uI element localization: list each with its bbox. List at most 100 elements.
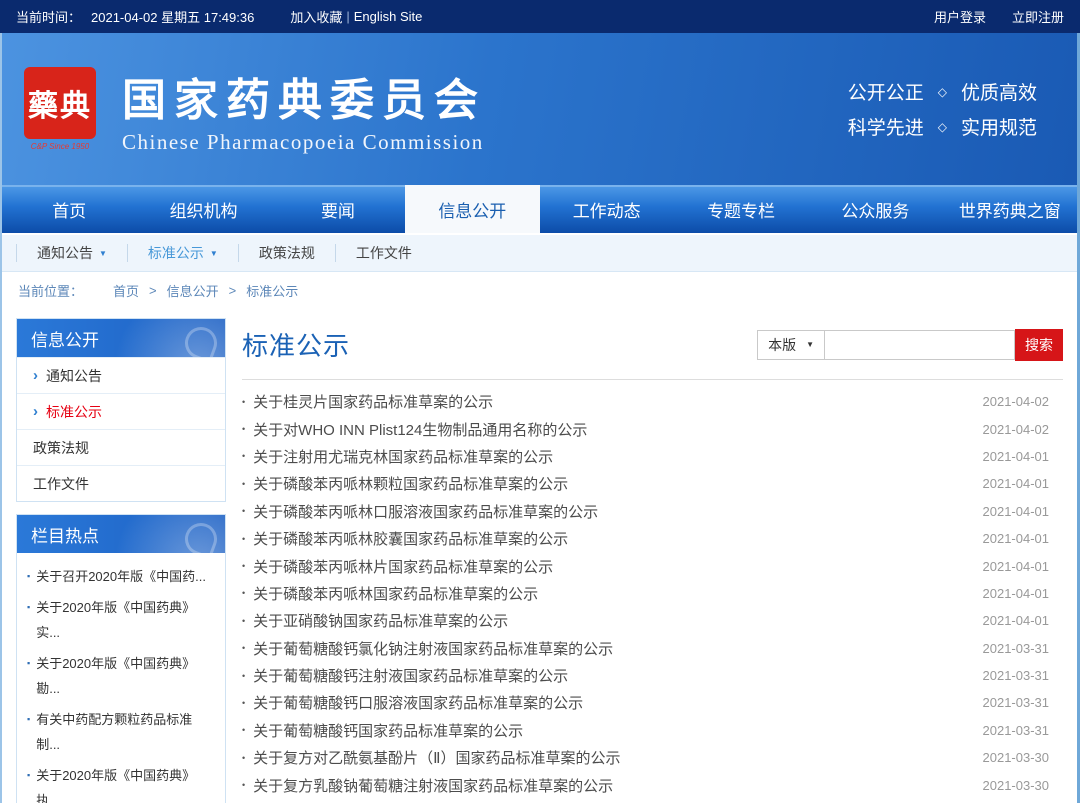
hot-topic-label: 关于召开2020年版《中国药... — [36, 564, 206, 589]
hot-topic-item[interactable]: ▪ 关于召开2020年版《中国药... — [27, 561, 215, 592]
search-scope-select[interactable]: 本版 ▼ — [757, 330, 825, 360]
sidebar-menu-label: 政策法规 — [33, 438, 89, 458]
info-box-menu: › 通知公告 › 标准公示 › 政策法规 — [17, 357, 225, 501]
diamond-separator-icon: ◇ — [938, 85, 947, 99]
announcement-row: • 关于桂灵片国家药品标准草案的公示 2021-04-02 — [242, 388, 1063, 415]
announcement-link[interactable]: 关于磷酸苯丙哌林国家药品标准草案的公示 — [253, 583, 538, 604]
announcement-date: 2021-04-01 — [963, 504, 1050, 519]
page-title: 标准公示 — [242, 326, 350, 363]
breadcrumb-link[interactable]: 信息公开 — [167, 281, 219, 300]
announcement-link[interactable]: 关于葡萄糖酸钙氯化钠注射液国家药品标准草案的公示 — [253, 638, 613, 659]
subnav-item[interactable]: 标准公示 ▼ — [127, 244, 238, 262]
search-button[interactable]: 搜索 — [1015, 329, 1063, 361]
announcement-date: 2021-03-30 — [963, 778, 1050, 793]
slogan-line: 公开公正 ◇ 优质高效 — [848, 78, 1037, 105]
nav-item[interactable]: 专题专栏 — [674, 185, 808, 233]
nav-item[interactable]: 世界药典之窗 — [943, 185, 1077, 233]
slogan-line: 科学先进 ◇ 实用规范 — [848, 113, 1037, 140]
header-divider — [242, 379, 1063, 380]
search-input[interactable] — [825, 330, 1015, 360]
pharmacopoeia-seal-icon: 藥典 — [24, 67, 96, 139]
subnav-item[interactable]: 通知公告 ▼ — [16, 244, 127, 262]
announcement-row: • 关于复方乳酸钠葡萄糖注射液国家药品标准草案的公示 2021-03-30 — [242, 771, 1063, 798]
sidebar-menu-label: 标准公示 — [46, 402, 102, 422]
nav-item[interactable]: 要闻 — [271, 185, 405, 233]
announcement-row: • 关于磷酸苯丙哌林胶囊国家药品标准草案的公示 2021-04-01 — [242, 525, 1063, 552]
breadcrumb-link[interactable]: 首页 — [113, 281, 139, 300]
announcement-link[interactable]: 关于磷酸苯丙哌林片国家药品标准草案的公示 — [253, 556, 553, 577]
add-favorites-link[interactable]: 加入收藏 — [290, 7, 342, 26]
sidebar: 信息公开 › 通知公告 › 标准公示 — [16, 318, 226, 766]
announcement-row: • 关于磷酸苯丙哌林片国家药品标准草案的公示 2021-04-01 — [242, 552, 1063, 579]
dot-bullet-icon: • — [242, 397, 245, 407]
dot-bullet-icon: • — [242, 643, 245, 653]
nav-item[interactable]: 组织机构 — [136, 185, 270, 233]
announcement-link[interactable]: 关于葡萄糖酸钙注射液国家药品标准草案的公示 — [253, 665, 568, 686]
nav-item[interactable]: 工作动态 — [540, 185, 674, 233]
announcement-link[interactable]: 关于磷酸苯丙哌林颗粒国家药品标准草案的公示 — [253, 473, 568, 494]
announcement-date: 2021-03-31 — [963, 668, 1050, 683]
square-bullet-icon: ▪ — [27, 564, 30, 589]
nav-item-label: 工作动态 — [573, 197, 641, 222]
subnav-item[interactable]: 工作文件 ▼ — [335, 244, 433, 262]
dot-bullet-icon: • — [242, 506, 245, 516]
breadcrumb-label: 当前位置： — [18, 281, 83, 300]
slogan-right: 优质高效 — [961, 78, 1037, 105]
dot-bullet-icon: • — [242, 780, 245, 790]
site-title-en: Chinese Pharmacopoeia Commission — [122, 130, 486, 155]
nav-item-label: 首页 — [52, 197, 86, 222]
hot-topic-item[interactable]: ▪ 有关中药配方颗粒药品标准制... — [27, 704, 215, 760]
announcement-row: • 关于磷酸苯丙哌林口服溶液国家药品标准草案的公示 2021-04-01 — [242, 498, 1063, 525]
sidebar-menu-item[interactable]: › 工作文件 — [17, 465, 225, 501]
announcement-link[interactable]: 关于对WHO INN Plist124生物制品通用名称的公示 — [253, 419, 587, 440]
nav-item-label: 要闻 — [321, 197, 355, 222]
hot-topic-item[interactable]: ▪ 关于2020年版《中国药典》勘... — [27, 648, 215, 704]
breadcrumb-separator: > — [149, 283, 157, 298]
nav-item-label: 公众服务 — [841, 197, 909, 222]
square-bullet-icon: ▪ — [27, 707, 30, 757]
breadcrumb-separator: > — [229, 283, 237, 298]
breadcrumb-link[interactable]: 标准公示 — [246, 281, 298, 300]
hot-topic-item[interactable]: ▪ 关于2020年版《中国药典》实... — [27, 592, 215, 648]
announcement-date: 2021-04-01 — [963, 476, 1050, 491]
sidebar-menu-item[interactable]: › 标准公示 — [17, 393, 225, 429]
announcement-link[interactable]: 关于葡萄糖酸钙国家药品标准草案的公示 — [253, 720, 523, 741]
hot-box-title: 栏目热点 — [17, 515, 225, 553]
chevron-right-icon: › — [33, 367, 38, 384]
time-label: 当前时间： — [16, 7, 81, 26]
announcement-link[interactable]: 关于磷酸苯丙哌林胶囊国家药品标准草案的公示 — [253, 528, 568, 549]
subnav-item[interactable]: 政策法规 ▼ — [238, 244, 335, 262]
announcement-row: • 关于对WHO INN Plist124生物制品通用名称的公示 2021-04… — [242, 415, 1063, 442]
announcement-link[interactable]: 关于注射用尤瑞克林国家药品标准草案的公示 — [253, 446, 553, 467]
sidebar-menu-item[interactable]: › 政策法规 — [17, 429, 225, 465]
announcement-date: 2021-03-31 — [963, 695, 1050, 710]
announcement-link[interactable]: 关于桂灵片国家药品标准草案的公示 — [253, 391, 493, 412]
dot-bullet-icon: • — [242, 561, 245, 571]
dot-bullet-icon: • — [242, 479, 245, 489]
announcement-link[interactable]: 关于复方乳酸钠葡萄糖注射液国家药品标准草案的公示 — [253, 775, 613, 796]
announcement-row: • 关于葡萄糖酸钙口服溶液国家药品标准草案的公示 2021-03-31 — [242, 689, 1063, 716]
announcement-link[interactable]: 关于亚硝酸钠国家药品标准草案的公示 — [253, 610, 508, 631]
register-link[interactable]: 立即注册 — [1012, 7, 1064, 26]
announcement-link[interactable]: 关于复方对乙酰氨基酚片（Ⅱ）国家药品标准草案的公示 — [253, 747, 620, 768]
nav-item[interactable]: 首页 — [2, 185, 136, 233]
site-logo[interactable]: 藥典 C&P Since 1950 — [24, 67, 96, 151]
breadcrumb-item: > 信息公开 — [139, 281, 219, 300]
nav-item[interactable]: 公众服务 — [808, 185, 942, 233]
subnav-item-label: 政策法规 — [259, 243, 315, 263]
info-box-title: 信息公开 — [17, 319, 225, 357]
breadcrumb-item: > 标准公示 — [219, 281, 299, 300]
announcement-date: 2021-03-30 — [963, 750, 1050, 765]
hot-topic-item[interactable]: ▪ 关于2020年版《中国药典》执... — [27, 760, 215, 803]
hot-topic-label: 关于2020年版《中国药典》执... — [36, 763, 215, 803]
dot-bullet-icon: • — [242, 534, 245, 544]
english-site-link[interactable]: English Site — [354, 9, 423, 24]
sidebar-menu-item[interactable]: › 通知公告 — [17, 357, 225, 393]
nav-item[interactable]: 信息公开 — [405, 185, 539, 233]
subnav-item-label: 工作文件 — [356, 243, 412, 263]
breadcrumb-items: 首页 > 信息公开 > 标准公示 — [93, 281, 298, 300]
slogan-right: 实用规范 — [961, 113, 1037, 140]
announcement-link[interactable]: 关于磷酸苯丙哌林口服溶液国家药品标准草案的公示 — [253, 501, 598, 522]
user-login-link[interactable]: 用户登录 — [934, 7, 986, 26]
announcement-link[interactable]: 关于葡萄糖酸钙口服溶液国家药品标准草案的公示 — [253, 692, 583, 713]
